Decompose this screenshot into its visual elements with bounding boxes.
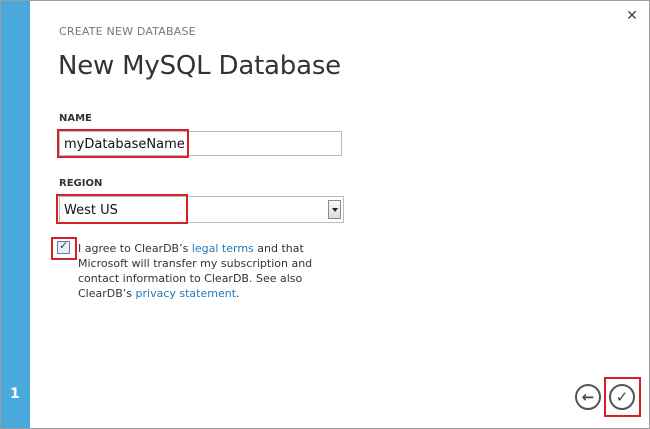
region-value: West US: [64, 203, 118, 218]
dialog-title: New MySQL Database: [58, 51, 341, 81]
legal-terms-link[interactable]: legal terms: [192, 242, 254, 255]
chevron-down-icon[interactable]: [328, 200, 341, 219]
agreement-text-part-3: .: [236, 287, 240, 300]
dialog: 1 ✕ CREATE NEW DATABASE New MySQL Databa…: [0, 0, 650, 429]
region-select[interactable]: West US: [59, 196, 344, 223]
back-button[interactable]: ←: [575, 384, 601, 410]
close-icon[interactable]: ✕: [625, 9, 639, 23]
region-label: REGION: [59, 178, 103, 189]
privacy-statement-link[interactable]: privacy statement: [136, 287, 237, 300]
agreement-text-part-1: I agree to ClearDB’s: [78, 242, 192, 255]
database-name-input[interactable]: myDatabaseName: [59, 131, 342, 156]
step-number: 1: [10, 386, 20, 402]
checkmark-icon: ✓: [615, 388, 629, 406]
agreement-text: I agree to ClearDB’s legal terms and tha…: [78, 241, 348, 301]
dialog-subtitle: CREATE NEW DATABASE: [59, 25, 196, 38]
agree-checkbox[interactable]: [57, 239, 70, 254]
step-strip: 1: [1, 1, 30, 428]
complete-button[interactable]: ✓: [609, 384, 635, 410]
name-label: NAME: [59, 113, 92, 124]
back-arrow-icon: ←: [581, 388, 595, 406]
